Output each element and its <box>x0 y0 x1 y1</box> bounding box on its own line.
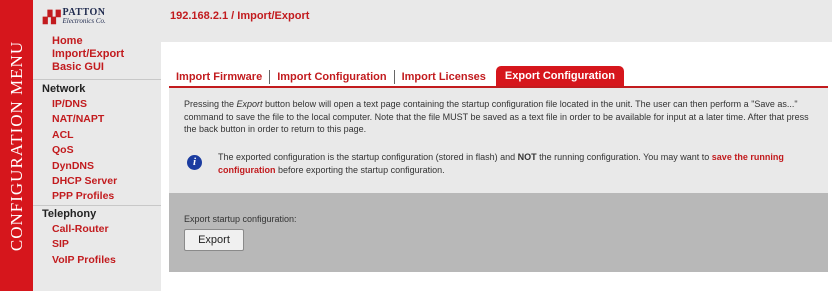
tab-export-configuration[interactable]: Export Configuration <box>495 66 624 86</box>
sidebar-item-ip-dns[interactable]: IP/DNS <box>33 97 161 112</box>
sidebar-item-ppp-profiles[interactable]: PPP Profiles <box>33 189 161 204</box>
sidebar-item-voip-profiles[interactable]: VoIP Profiles <box>33 253 161 268</box>
export-panel: Export startup configuration: Export <box>169 193 828 272</box>
sidebar-item-import-export[interactable]: Import/Export <box>33 48 161 61</box>
tab-import-licenses[interactable]: Import Licenses <box>395 68 493 86</box>
sidebar-item-dhcp-server[interactable]: DHCP Server <box>33 174 161 189</box>
sidebar: ▞▞ PATTON Electronics Co. Home Import/Ex… <box>33 0 161 291</box>
info-part: The exported configuration is the startu… <box>218 152 518 162</box>
info-text: The exported configuration is the startu… <box>218 151 818 176</box>
sidebar-item-acl[interactable]: ACL <box>33 128 161 143</box>
sidebar-item-basic-gui[interactable]: Basic GUI <box>33 61 161 74</box>
content-panel: Pressing the Export button below will op… <box>169 88 828 193</box>
sidebar-heading-telephony: Telephony <box>42 207 97 220</box>
configuration-menu-banner: CONFIGURATION MENU <box>0 0 33 291</box>
export-button[interactable]: Export <box>184 229 244 251</box>
logo-name: PATTON <box>62 7 106 18</box>
sidebar-heading-network: Network <box>42 83 86 95</box>
top-bar: 192.168.2.1 / Import/Export <box>161 0 832 42</box>
logo-subtitle: Electronics Co. <box>62 17 106 25</box>
patton-logo: ▞▞ PATTON Electronics Co. <box>43 8 106 26</box>
sidebar-item-dyndns[interactable]: DynDNS <box>33 159 161 174</box>
tab-import-firmware[interactable]: Import Firmware <box>169 68 269 86</box>
tab-import-configuration[interactable]: Import Configuration <box>270 68 393 86</box>
logo-mark-icon: ▞▞ <box>43 10 60 24</box>
info-part: before exporting the startup configurati… <box>275 164 445 175</box>
description-text: Pressing the Export button below will op… <box>184 98 819 136</box>
breadcrumb: 192.168.2.1 / Import/Export <box>170 10 310 22</box>
description-part: Pressing the <box>184 99 237 109</box>
sidebar-item-sip[interactable]: SIP <box>33 237 161 252</box>
sidebar-nav: Home Import/Export Basic GUI Network IP/… <box>33 35 161 268</box>
info-icon: i <box>187 155 202 170</box>
info-bold: NOT <box>517 152 537 162</box>
sidebar-item-nat-napt[interactable]: NAT/NAPT <box>33 112 161 127</box>
sidebar-item-home[interactable]: Home <box>33 35 161 48</box>
sidebar-item-call-router[interactable]: Call-Router <box>33 222 161 237</box>
tab-bar: Import Firmware Import Configuration Imp… <box>169 65 624 86</box>
export-label: Export startup configuration: <box>184 214 297 224</box>
description-part: button below will open a text page conta… <box>184 99 809 134</box>
configuration-menu-text: CONFIGURATION MENU <box>6 40 26 251</box>
sidebar-item-qos[interactable]: QoS <box>33 143 161 158</box>
info-part: the running configuration. You may want … <box>536 152 712 162</box>
logo-text: PATTON Electronics Co. <box>62 8 105 26</box>
sidebar-divider <box>33 76 161 80</box>
sidebar-divider <box>33 204 161 206</box>
description-emphasis: Export <box>236 99 263 109</box>
